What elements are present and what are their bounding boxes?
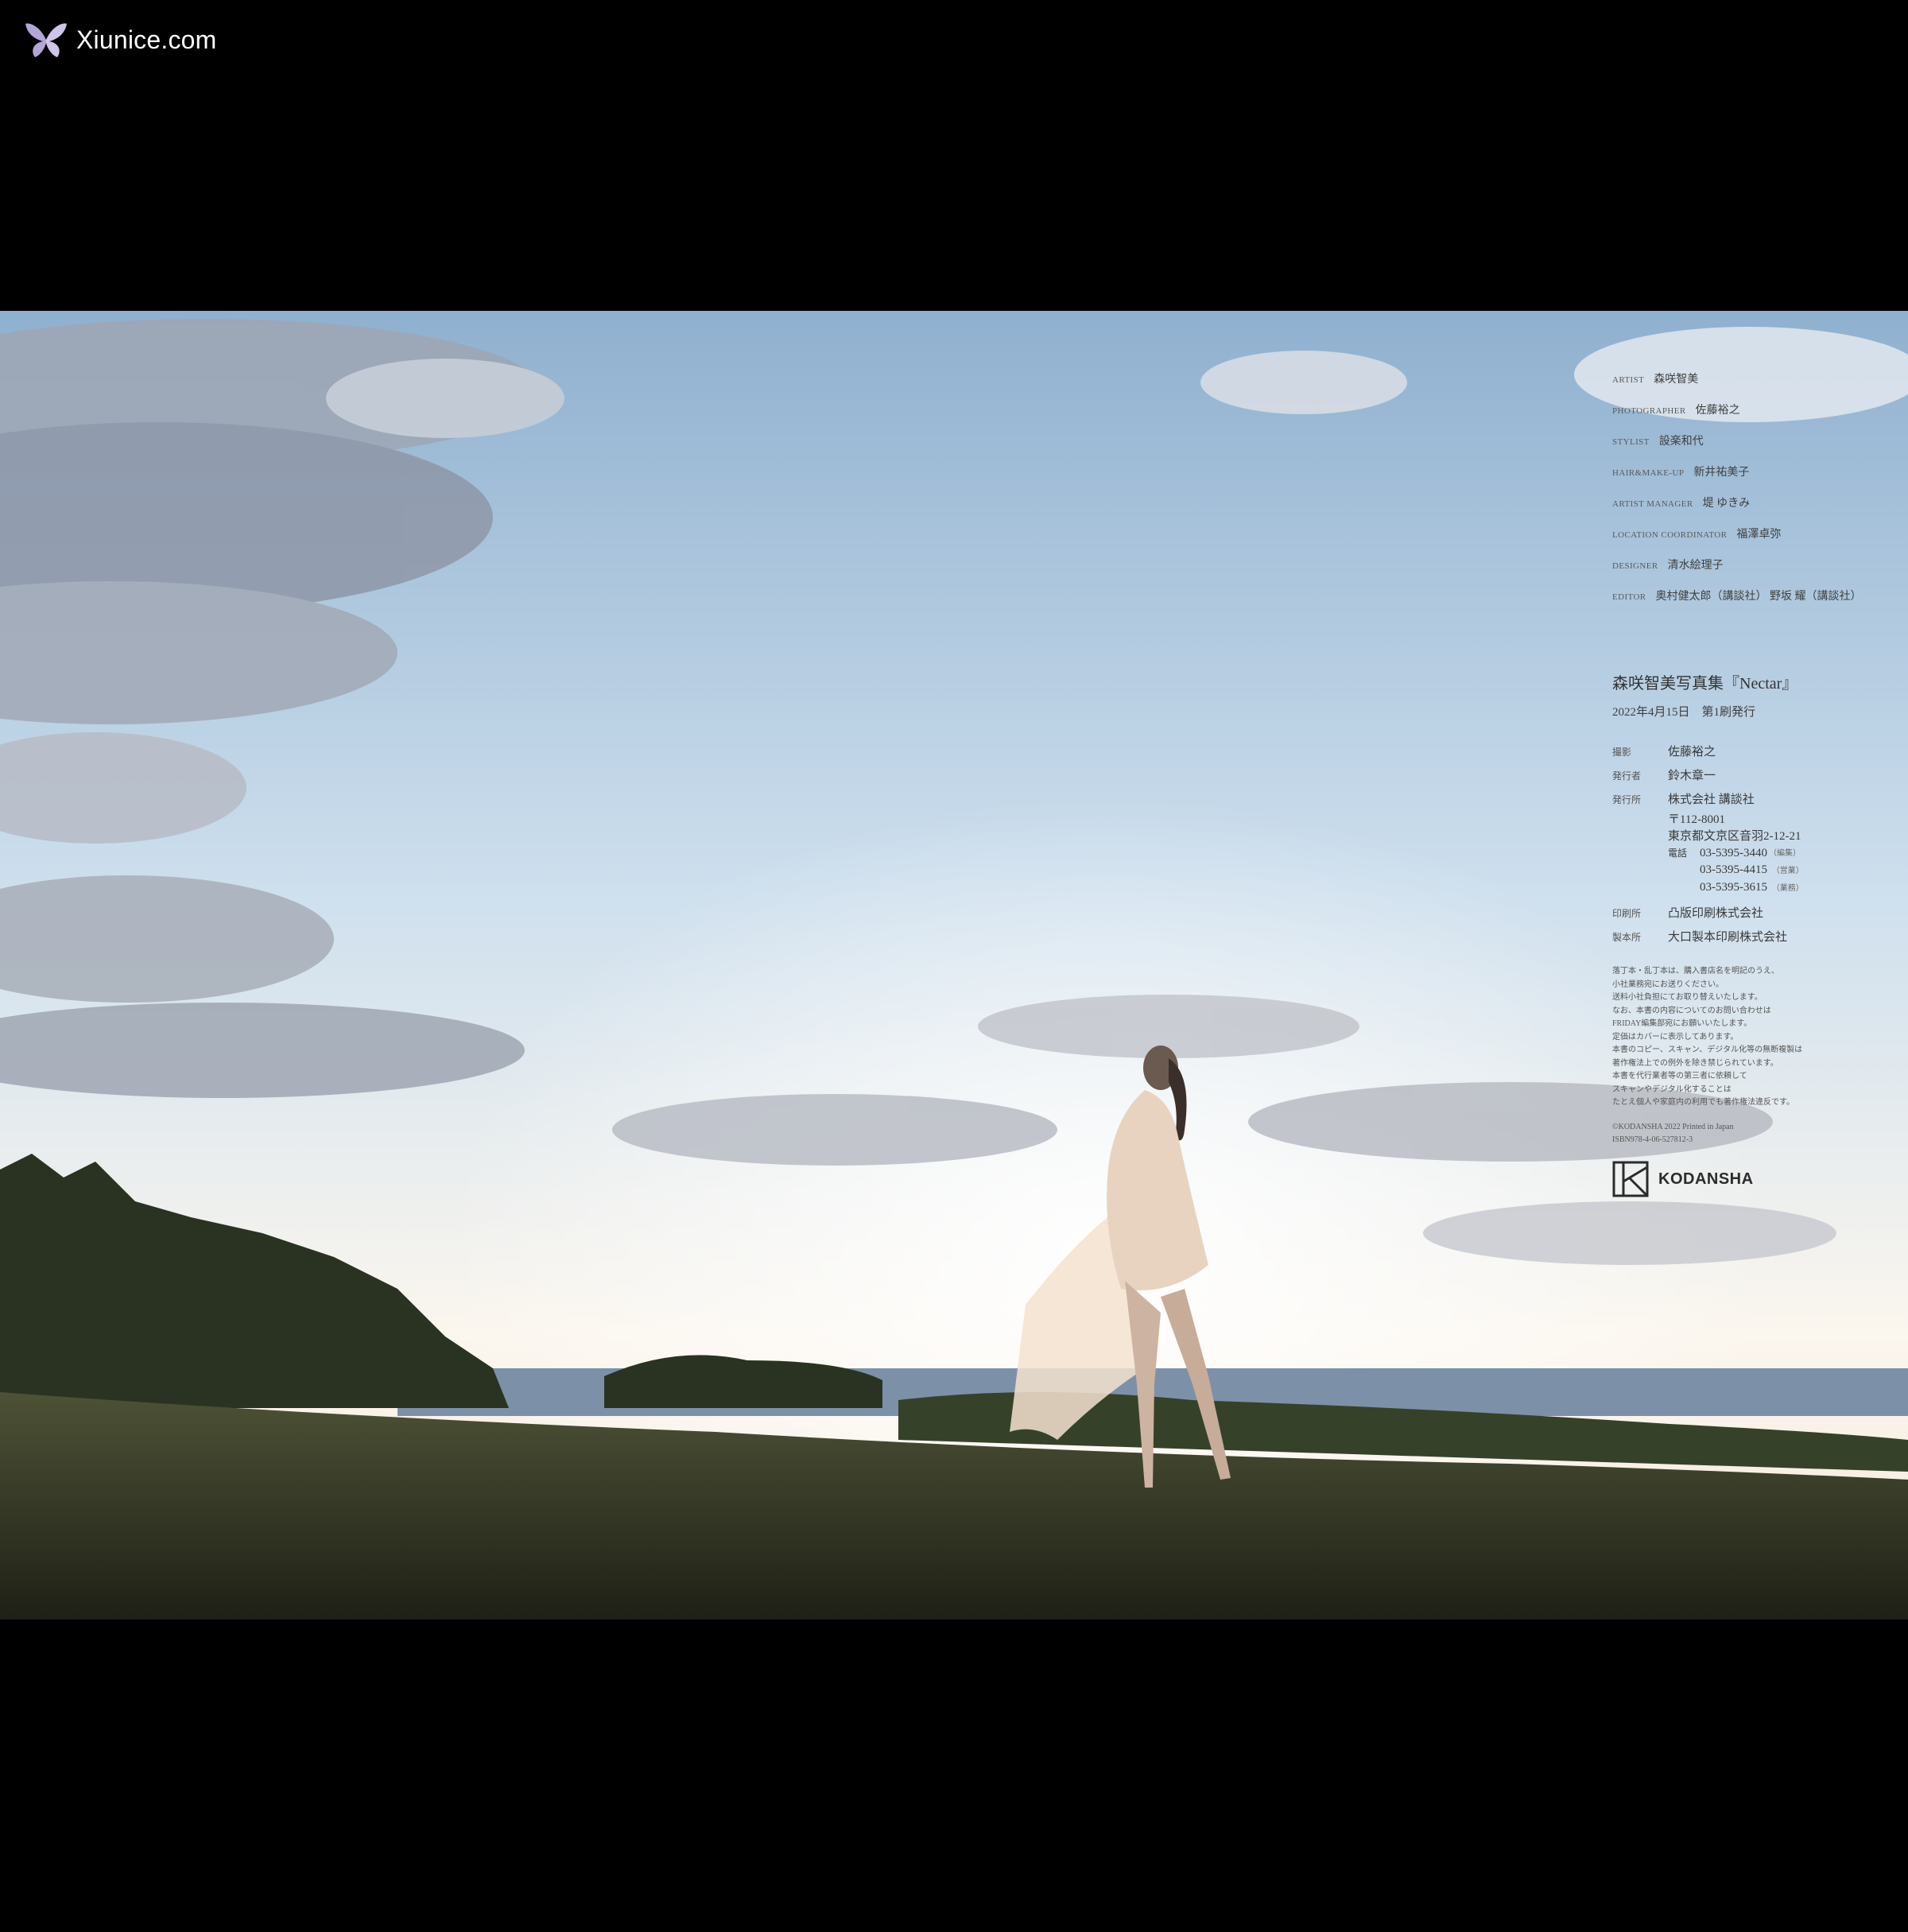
credits-list: ARTIST 森咲智美 PHOTOGRAPHER 佐藤裕之 STYLIST 設楽和代 HAI… — [1612, 370, 1898, 619]
legal-note-line: 落丁本・乱丁本は、購入書店名を明記のうえ、 — [1612, 967, 1779, 976]
photographer-label: 撮影 — [1612, 747, 1632, 758]
credit-name: 堤 ゆきみ — [1702, 498, 1751, 510]
credit-role: ARTIST MANAGER — [1612, 499, 1693, 509]
publication-details: 撮影 佐藤裕之 発行者 鈴木章一 発行所 株式会社 講談社 〒112-8001 … — [1612, 740, 1898, 949]
credit-row: ARTIST MANAGER 堤 ゆきみ — [1612, 495, 1898, 526]
tel-row-2: 03-5395-4415 （営業） — [1700, 862, 1898, 879]
butterfly-icon — [25, 23, 67, 57]
binder-label: 製本所 — [1612, 932, 1642, 943]
credit-name: 設楽和代 — [1658, 436, 1704, 448]
photo-spread: ARTIST 森咲智美 PHOTOGRAPHER 佐藤裕之 STYLIST 設楽和代 HAI… — [0, 311, 1908, 1620]
publisher-person-value: 鈴木章一 — [1668, 770, 1716, 782]
legal-note-line: 本書を代行業者等の第三者に依頼して — [1612, 1072, 1747, 1080]
legal-note-line: たとえ個人や家庭内の利用でも著作権法違反です。 — [1612, 1098, 1794, 1107]
book-title: 森咲智美写真集『Nectar』 — [1612, 675, 1798, 692]
printer-label: 印刷所 — [1612, 908, 1642, 919]
tel-3: 03-5395-3615 — [1700, 881, 1767, 894]
credit-role: LOCATION COORDINATOR — [1612, 530, 1728, 540]
kodansha-logo-icon — [1612, 1161, 1649, 1197]
tel-row-3: 03-5395-3615 （業務） — [1700, 879, 1898, 897]
publisher-logo: KODANSHA — [1612, 1161, 1754, 1197]
printer-row: 印刷所 凸版印刷株式会社 — [1612, 902, 1898, 925]
credit-role: HAIR&MAKE-UP — [1612, 468, 1685, 478]
credit-role: DESIGNER — [1612, 561, 1658, 571]
credit-row: STYLIST 設楽和代 — [1612, 433, 1898, 464]
copyright-line: ©KODANSHA 2022 Printed in Japan — [1612, 1122, 1734, 1131]
credit-role: EDITOR — [1612, 592, 1646, 602]
credit-row: PHOTOGRAPHER 佐藤裕之 — [1612, 402, 1898, 433]
tel-1-note: （編集） — [1769, 849, 1801, 858]
legal-note-line: 送料小社負担にてお取り替えいたします。 — [1612, 993, 1763, 1002]
legal-note-line: 著作権法上での例外を除き禁じられています。 — [1612, 1058, 1778, 1068]
legal-note-line: 小社業務宛にお送りください。 — [1612, 980, 1724, 989]
credit-row: LOCATION COORDINATOR 福澤卓弥 — [1612, 526, 1898, 557]
tel-label: 電話 — [1668, 848, 1688, 859]
publish-date: 2022年4月15日 第1刷発行 — [1612, 706, 1756, 719]
credit-row: EDITOR 奥村健太郎（講談社） 野坂 耀（講談社） — [1612, 588, 1898, 619]
credit-row: DESIGNER 清水絵理子 — [1612, 557, 1898, 588]
legal-note-line: FRIDAY編集部宛にお願いいたします。 — [1612, 1019, 1752, 1028]
tel-row-1: 電話 03-5395-3440 （編集） — [1668, 845, 1898, 862]
credit-row: HAIR&MAKE-UP 新井祐美子 — [1612, 464, 1898, 495]
publisher-logo-text: KODANSHA — [1658, 1170, 1754, 1188]
publisher-address: 〒112-8001 東京都文京区音羽2-12-21 電話 03-5395-344… — [1668, 812, 1898, 897]
credit-name: 奥村健太郎（講談社） 野坂 耀（講談社） — [1655, 591, 1862, 603]
binder-value: 大口製本印刷株式会社 — [1668, 931, 1788, 944]
copyright-block: ©KODANSHA 2022 Printed in Japan ISBN978-… — [1612, 1121, 1898, 1146]
legal-note-line: 本書のコピー、スキャン、デジタル化等の無断複製は — [1612, 1046, 1803, 1054]
credit-name: 佐藤裕之 — [1695, 405, 1740, 417]
tel-2: 03-5395-4415 — [1700, 863, 1767, 876]
photographer-value: 佐藤裕之 — [1668, 746, 1716, 758]
legal-note-line: 定価はカバーに表示してあります。 — [1612, 1032, 1739, 1042]
publisher-person-row: 発行者 鈴木章一 — [1612, 764, 1898, 788]
isbn: ISBN978-4-06-527812-3 — [1612, 1135, 1693, 1144]
legal-note-line: スキャンやデジタル化することは — [1612, 1084, 1732, 1094]
credit-name: 福澤卓弥 — [1736, 529, 1782, 541]
colophon: 森咲智美写真集『Nectar』 2022年4月15日 第1刷発行 撮影 佐藤裕之… — [1612, 670, 1898, 1146]
tel-1: 03-5395-3440 — [1700, 847, 1767, 859]
photographer-row: 撮影 佐藤裕之 — [1612, 740, 1898, 764]
tel-3-note: （業務） — [1771, 884, 1804, 893]
watermark-text: Xiunice.com — [76, 25, 217, 54]
publisher-person-label: 発行者 — [1612, 770, 1642, 782]
credit-name: 清水絵理子 — [1667, 560, 1724, 572]
binder-row: 製本所 大口製本印刷株式会社 — [1612, 925, 1898, 949]
site-watermark: Xiunice.com — [24, 17, 217, 62]
publisher-label: 発行所 — [1612, 794, 1642, 805]
publisher-row: 発行所 株式会社 講談社 — [1612, 788, 1898, 812]
printer-value: 凸版印刷株式会社 — [1668, 907, 1764, 920]
legal-notes: 落丁本・乱丁本は、購入書店名を明記のうえ、 小社業務宛にお送りください。送料小社負… — [1612, 965, 1898, 1110]
credit-role: STYLIST — [1612, 437, 1650, 447]
street-address: 東京都文京区音羽2-12-21 — [1668, 830, 1801, 843]
postal-code: 〒112-8001 — [1668, 813, 1725, 826]
legal-note-line: なお、本書の内容についてのお問い合わせは — [1612, 1006, 1771, 1015]
credit-role: PHOTOGRAPHER — [1612, 406, 1686, 416]
credit-row: ARTIST 森咲智美 — [1612, 370, 1898, 402]
credit-name: 森咲智美 — [1654, 374, 1699, 386]
tel-2-note: （営業） — [1771, 867, 1804, 875]
credit-name: 新井祐美子 — [1693, 467, 1750, 479]
publisher-value: 株式会社 講談社 — [1668, 793, 1755, 806]
credit-role: ARTIST — [1612, 375, 1645, 385]
